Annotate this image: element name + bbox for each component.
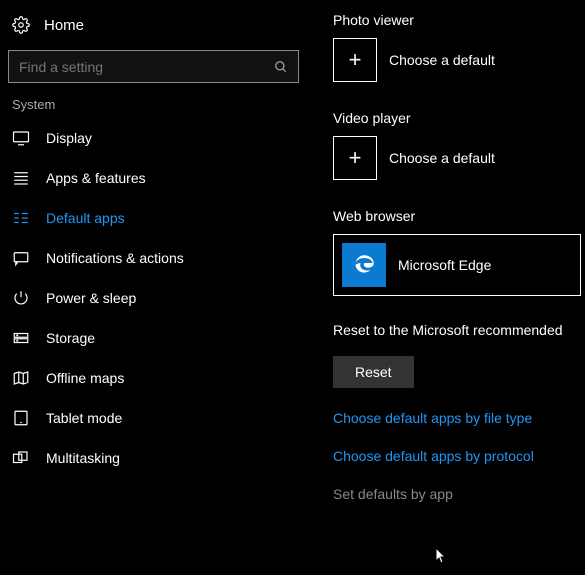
video-player-choose[interactable]: + Choose a default xyxy=(333,136,585,180)
video-player-title: Video player xyxy=(333,110,585,126)
photo-viewer-choose[interactable]: + Choose a default xyxy=(333,38,585,82)
reset-button[interactable]: Reset xyxy=(333,356,414,388)
sidebar-item-default-apps[interactable]: Default apps xyxy=(8,198,305,238)
maps-icon xyxy=(12,369,30,387)
sidebar-item-label: Storage xyxy=(46,330,95,346)
sidebar-item-label: Default apps xyxy=(46,210,125,226)
home-label: Home xyxy=(44,17,84,34)
tablet-icon xyxy=(12,409,30,427)
sidebar-section-label: System xyxy=(12,97,305,112)
multitask-icon xyxy=(12,449,30,467)
sidebar-item-display[interactable]: Display xyxy=(8,118,305,158)
choose-default-label: Choose a default xyxy=(389,150,495,166)
web-browser-choose[interactable]: Microsoft Edge xyxy=(333,234,581,296)
edge-icon xyxy=(342,243,386,287)
sidebar-item-label: Apps & features xyxy=(46,170,146,186)
link-defaults-by-protocol[interactable]: Choose default apps by protocol xyxy=(333,448,585,464)
sidebar-item-maps[interactable]: Offline maps xyxy=(8,358,305,398)
web-browser-selected-label: Microsoft Edge xyxy=(398,257,491,273)
storage-icon xyxy=(12,329,30,347)
sidebar-item-multitasking[interactable]: Multitasking xyxy=(8,438,305,478)
reset-description: Reset to the Microsoft recommended xyxy=(333,322,585,338)
search-input[interactable] xyxy=(8,50,299,83)
photo-viewer-title: Photo viewer xyxy=(333,12,585,28)
link-defaults-by-file-type[interactable]: Choose default apps by file type xyxy=(333,410,585,426)
plus-icon: + xyxy=(333,136,377,180)
search-field[interactable] xyxy=(19,59,274,75)
sidebar-item-label: Display xyxy=(46,130,92,146)
sidebar-item-power[interactable]: Power & sleep xyxy=(8,278,305,318)
sidebar-item-storage[interactable]: Storage xyxy=(8,318,305,358)
search-icon xyxy=(274,60,288,74)
plus-icon: + xyxy=(333,38,377,82)
web-browser-title: Web browser xyxy=(333,208,585,224)
sidebar-item-label: Offline maps xyxy=(46,370,124,386)
sidebar-item-label: Notifications & actions xyxy=(46,250,184,266)
home-button[interactable]: Home xyxy=(8,10,305,44)
choose-default-label: Choose a default xyxy=(389,52,495,68)
power-icon xyxy=(12,289,30,307)
display-icon xyxy=(12,129,30,147)
apps-icon xyxy=(12,169,30,187)
notifications-icon xyxy=(12,249,30,267)
sidebar-item-label: Power & sleep xyxy=(46,290,136,306)
link-defaults-by-app[interactable]: Set defaults by app xyxy=(333,486,585,502)
sidebar-item-label: Multitasking xyxy=(46,450,120,466)
sidebar-item-notifications[interactable]: Notifications & actions xyxy=(8,238,305,278)
defaults-icon xyxy=(12,209,30,227)
sidebar-item-label: Tablet mode xyxy=(46,410,122,426)
sidebar-item-apps[interactable]: Apps & features xyxy=(8,158,305,198)
sidebar-item-tablet[interactable]: Tablet mode xyxy=(8,398,305,438)
gear-icon xyxy=(12,16,30,34)
